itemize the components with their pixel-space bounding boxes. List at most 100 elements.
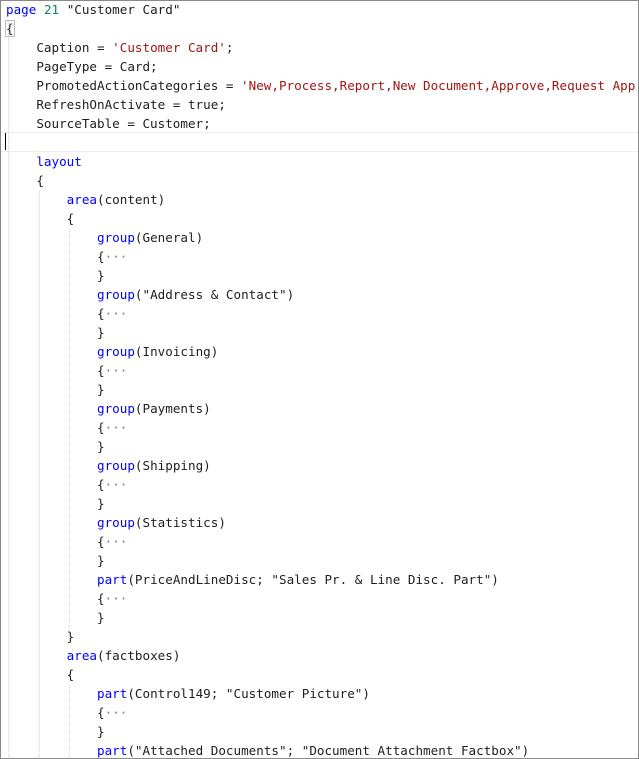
keyword-token: part (97, 743, 128, 758)
folded-region-marker[interactable]: ··· (105, 705, 128, 720)
code-token: } (6, 496, 105, 511)
folded-region-marker[interactable]: ··· (105, 249, 128, 264)
code-line[interactable]: PageType = Card; (6, 57, 158, 76)
code-line[interactable]: group("Address & Contact") (6, 285, 294, 304)
code-line[interactable]: } (6, 494, 105, 513)
code-token: PageType = Card; (6, 59, 158, 74)
code-line[interactable]: group(General) (6, 228, 203, 247)
keyword-token: group (97, 344, 135, 359)
keyword-token: area (66, 192, 98, 207)
code-line[interactable]: {··· (6, 532, 127, 551)
code-line[interactable]: } (6, 722, 105, 741)
code-token: Caption = (6, 40, 113, 55)
code-token: { (6, 534, 105, 549)
code-token: } (6, 268, 105, 283)
code-token: { (6, 249, 105, 264)
code-token: } (6, 610, 105, 625)
code-token: { (6, 667, 75, 682)
code-line[interactable]: group(Shipping) (6, 456, 211, 475)
code-line[interactable]: {··· (6, 361, 127, 380)
code-token: } (6, 439, 105, 454)
code-token: { (6, 211, 75, 226)
keyword-token: area (66, 648, 98, 663)
code-line[interactable]: } (6, 627, 75, 646)
string-token: 'Customer Card' (112, 40, 226, 55)
code-line[interactable]: } (6, 608, 105, 627)
code-line[interactable]: {··· (6, 247, 127, 266)
code-line[interactable]: group(Invoicing) (6, 342, 218, 361)
folded-region-marker[interactable]: ··· (105, 534, 128, 549)
code-line[interactable]: {··· (6, 475, 127, 494)
code-token: { (6, 306, 105, 321)
code-line[interactable]: SourceTable = Customer; (6, 114, 210, 133)
code-line[interactable]: RefreshOnActivate = true; (6, 95, 226, 114)
keyword-token: group (97, 401, 135, 416)
code-line[interactable]: part(Control149; "Customer Picture") (6, 684, 370, 703)
folded-region-marker[interactable]: ··· (105, 363, 128, 378)
code-token: { (6, 477, 105, 492)
code-line[interactable]: Caption = 'Customer Card'; (6, 38, 233, 57)
code-line[interactable]: {··· (6, 703, 127, 722)
code-line[interactable]: {··· (6, 304, 127, 323)
code-line[interactable]: { (6, 665, 75, 684)
code-line[interactable]: } (6, 380, 105, 399)
code-line[interactable]: group(Payments) (6, 399, 211, 418)
code-line[interactable]: {··· (6, 418, 127, 437)
code-token: { (5, 20, 15, 37)
keyword-token: page (6, 2, 37, 17)
code-line[interactable]: } (6, 437, 105, 456)
code-line[interactable]: } (6, 551, 105, 570)
keyword-token: group (97, 515, 135, 530)
code-token: RefreshOnActivate = true; (6, 97, 226, 112)
code-line[interactable]: area(content) (6, 190, 166, 209)
code-token: (Invoicing) (134, 344, 219, 359)
code-line[interactable]: layout (6, 152, 82, 171)
current-line-highlight (1, 132, 638, 152)
code-token: "Customer Card" (59, 2, 181, 17)
keyword-token: part (97, 686, 128, 701)
code-line[interactable]: part(PriceAndLineDisc; "Sales Pr. & Line… (6, 570, 499, 589)
code-token: } (6, 325, 105, 340)
folded-region-marker[interactable]: ··· (105, 420, 128, 435)
code-line[interactable]: { (6, 171, 44, 190)
code-line[interactable]: part("Attached Documents"; "Document Att… (6, 741, 529, 758)
code-token: (content) (97, 192, 166, 207)
code-token: ("Address & Contact") (134, 287, 295, 302)
code-token: { (6, 173, 44, 188)
code-line[interactable]: { (5, 19, 15, 38)
code-line[interactable]: group(Statistics) (6, 513, 226, 532)
number-token: 21 (43, 2, 60, 17)
code-line[interactable]: } (6, 323, 105, 342)
code-token: (PriceAndLineDisc; "Sales Pr. & Line Dis… (127, 572, 499, 587)
folded-region-marker[interactable]: ··· (105, 477, 128, 492)
code-token: (factboxes) (97, 648, 181, 663)
code-editor[interactable]: page 21 "Customer Card"{ Caption = 'Cust… (0, 0, 639, 759)
folded-region-marker[interactable]: ··· (105, 306, 128, 321)
code-line[interactable]: { (6, 209, 75, 228)
code-token: } (6, 382, 105, 397)
code-line[interactable]: area(factboxes) (6, 646, 181, 665)
code-token: { (6, 591, 105, 606)
keyword-token: group (97, 230, 135, 245)
code-line[interactable]: } (6, 266, 105, 285)
folded-region-marker[interactable]: ··· (105, 591, 128, 606)
code-line[interactable]: PromotedActionCategories = 'New,Process,… (6, 76, 635, 95)
keyword-token: group (97, 287, 135, 302)
code-line[interactable]: page 21 "Customer Card" (6, 1, 181, 19)
code-token: } (6, 724, 105, 739)
code-line[interactable]: {··· (6, 589, 127, 608)
code-token: { (6, 705, 105, 720)
keyword-token: group (97, 458, 135, 473)
keyword-token: part (97, 572, 128, 587)
